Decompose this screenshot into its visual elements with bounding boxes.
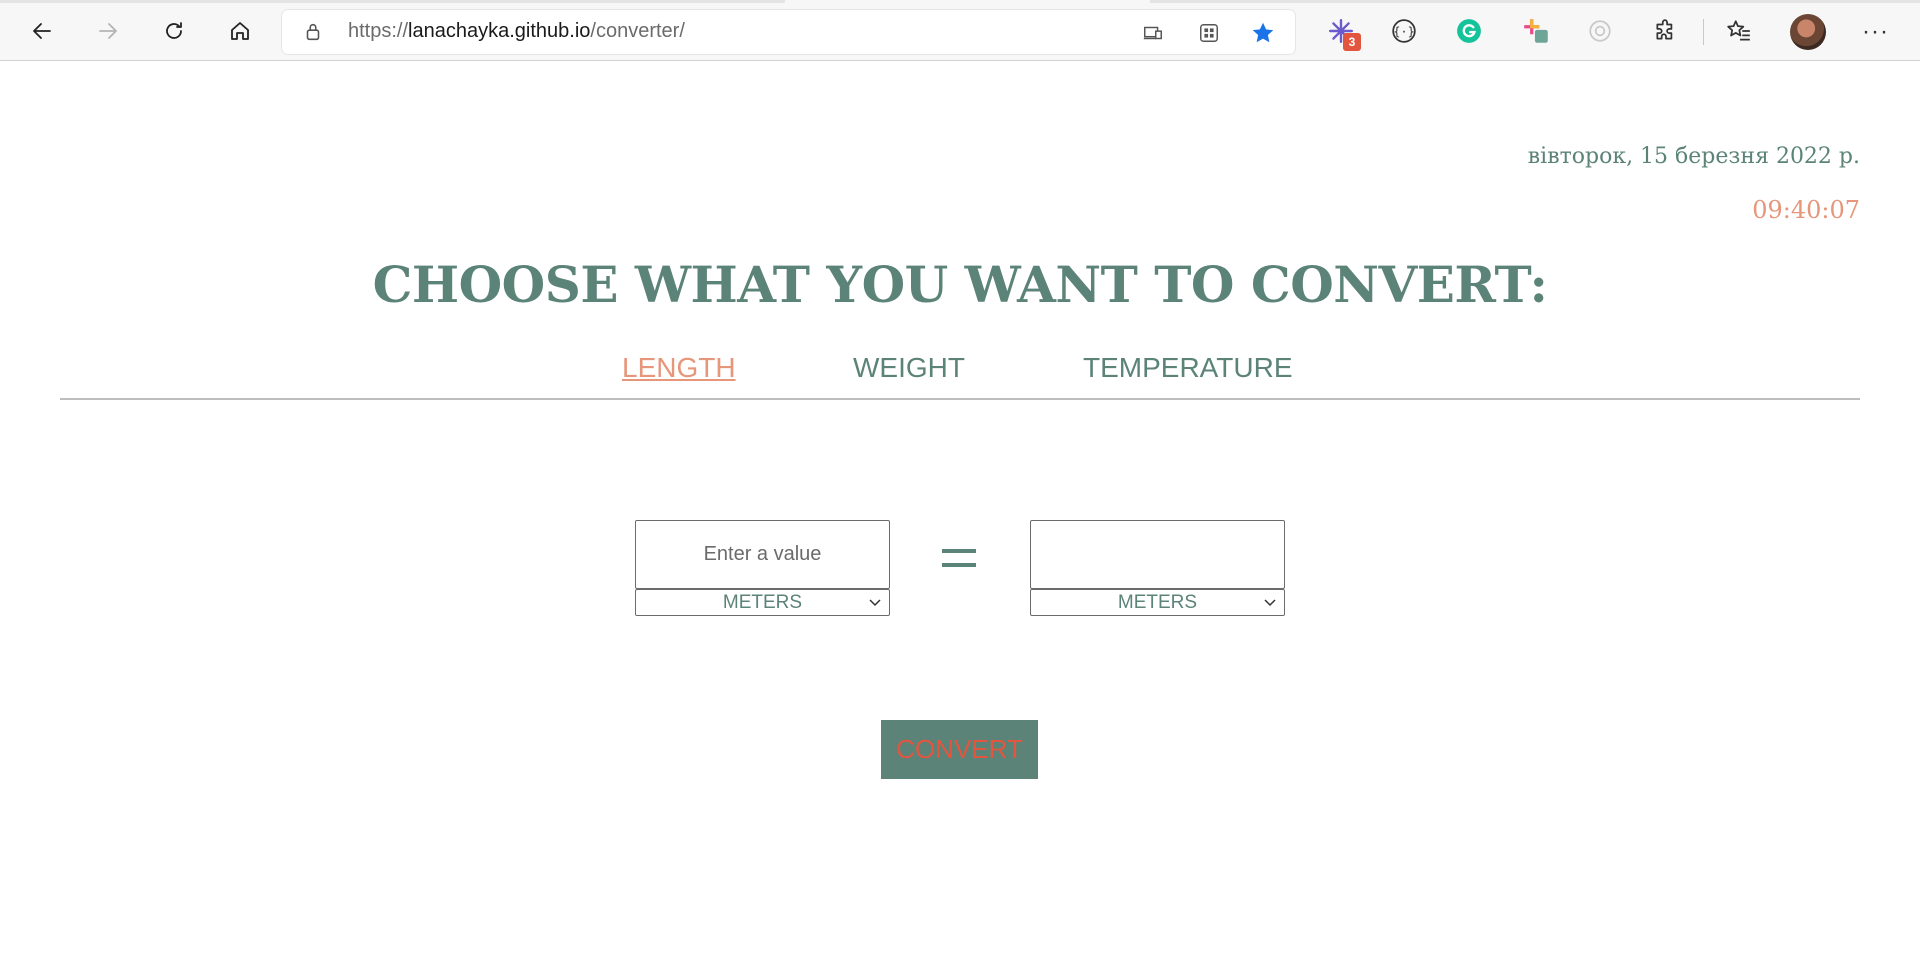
grammarly-icon[interactable] xyxy=(1453,15,1485,47)
toolbar-divider xyxy=(1703,19,1704,45)
converter-tabs: LENGTH WEIGHT TEMPERATURE xyxy=(0,352,1920,392)
home-icon xyxy=(231,22,249,40)
home-button[interactable] xyxy=(220,12,260,50)
from-unit-select[interactable]: METERS xyxy=(635,589,890,616)
tab-weight[interactable]: WEIGHT xyxy=(853,352,965,384)
from-value-input[interactable] xyxy=(635,520,890,589)
profile-avatar[interactable] xyxy=(1790,14,1826,50)
tab-temperature[interactable]: TEMPERATURE xyxy=(1083,352,1293,384)
tabs-divider xyxy=(60,398,1860,400)
more-menu-icon[interactable]: ··· xyxy=(1862,18,1889,46)
to-unit-select[interactable]: METERS xyxy=(1030,589,1285,616)
tab-strip xyxy=(0,0,1920,3)
extension-sparkle-icon[interactable]: 3 xyxy=(1325,15,1361,51)
convert-button[interactable]: CONVERT xyxy=(881,720,1038,779)
app-available-icon[interactable] xyxy=(1140,20,1166,46)
back-button[interactable] xyxy=(22,12,62,50)
favorite-star-icon[interactable] xyxy=(1250,20,1276,46)
from-unit-label: METERS xyxy=(722,591,803,613)
svg-text:{·}: {·} xyxy=(1393,24,1415,38)
current-time: 09:40:07 xyxy=(1752,196,1860,224)
current-date: вівторок, 15 березня 2022 р. xyxy=(1527,144,1860,169)
refresh-icon xyxy=(166,22,182,39)
extensions-puzzle-icon[interactable] xyxy=(1650,15,1682,47)
equals-sign xyxy=(940,537,980,577)
extension-braces-icon[interactable]: {·} xyxy=(1388,15,1420,47)
forward-arrow-icon xyxy=(99,23,117,39)
extension-plus-icon[interactable] xyxy=(1520,15,1552,47)
browser-toolbar: https://lanachayka.github.io/converter/ … xyxy=(0,0,1920,61)
back-arrow-icon xyxy=(33,23,51,39)
url-text[interactable]: https://lanachayka.github.io/converter/ xyxy=(348,20,685,43)
chevron-down-icon xyxy=(869,599,881,607)
to-value-output[interactable] xyxy=(1030,520,1285,589)
address-bar[interactable]: https://lanachayka.github.io/converter/ xyxy=(282,10,1295,54)
refresh-button[interactable] xyxy=(154,12,194,50)
page-title: CHOOSE WHAT YOU WANT TO CONVERT: xyxy=(372,255,1548,314)
forward-button[interactable] xyxy=(88,12,128,50)
extension-badge: 3 xyxy=(1343,33,1361,51)
to-unit-label: METERS xyxy=(1117,591,1198,613)
extension-circle-icon[interactable] xyxy=(1584,15,1616,47)
collections-grid-icon[interactable] xyxy=(1196,20,1222,46)
favorites-icon[interactable] xyxy=(1723,15,1755,47)
chevron-down-icon xyxy=(1264,599,1276,607)
lock-icon[interactable] xyxy=(302,21,324,43)
tab-length[interactable]: LENGTH xyxy=(622,352,736,384)
